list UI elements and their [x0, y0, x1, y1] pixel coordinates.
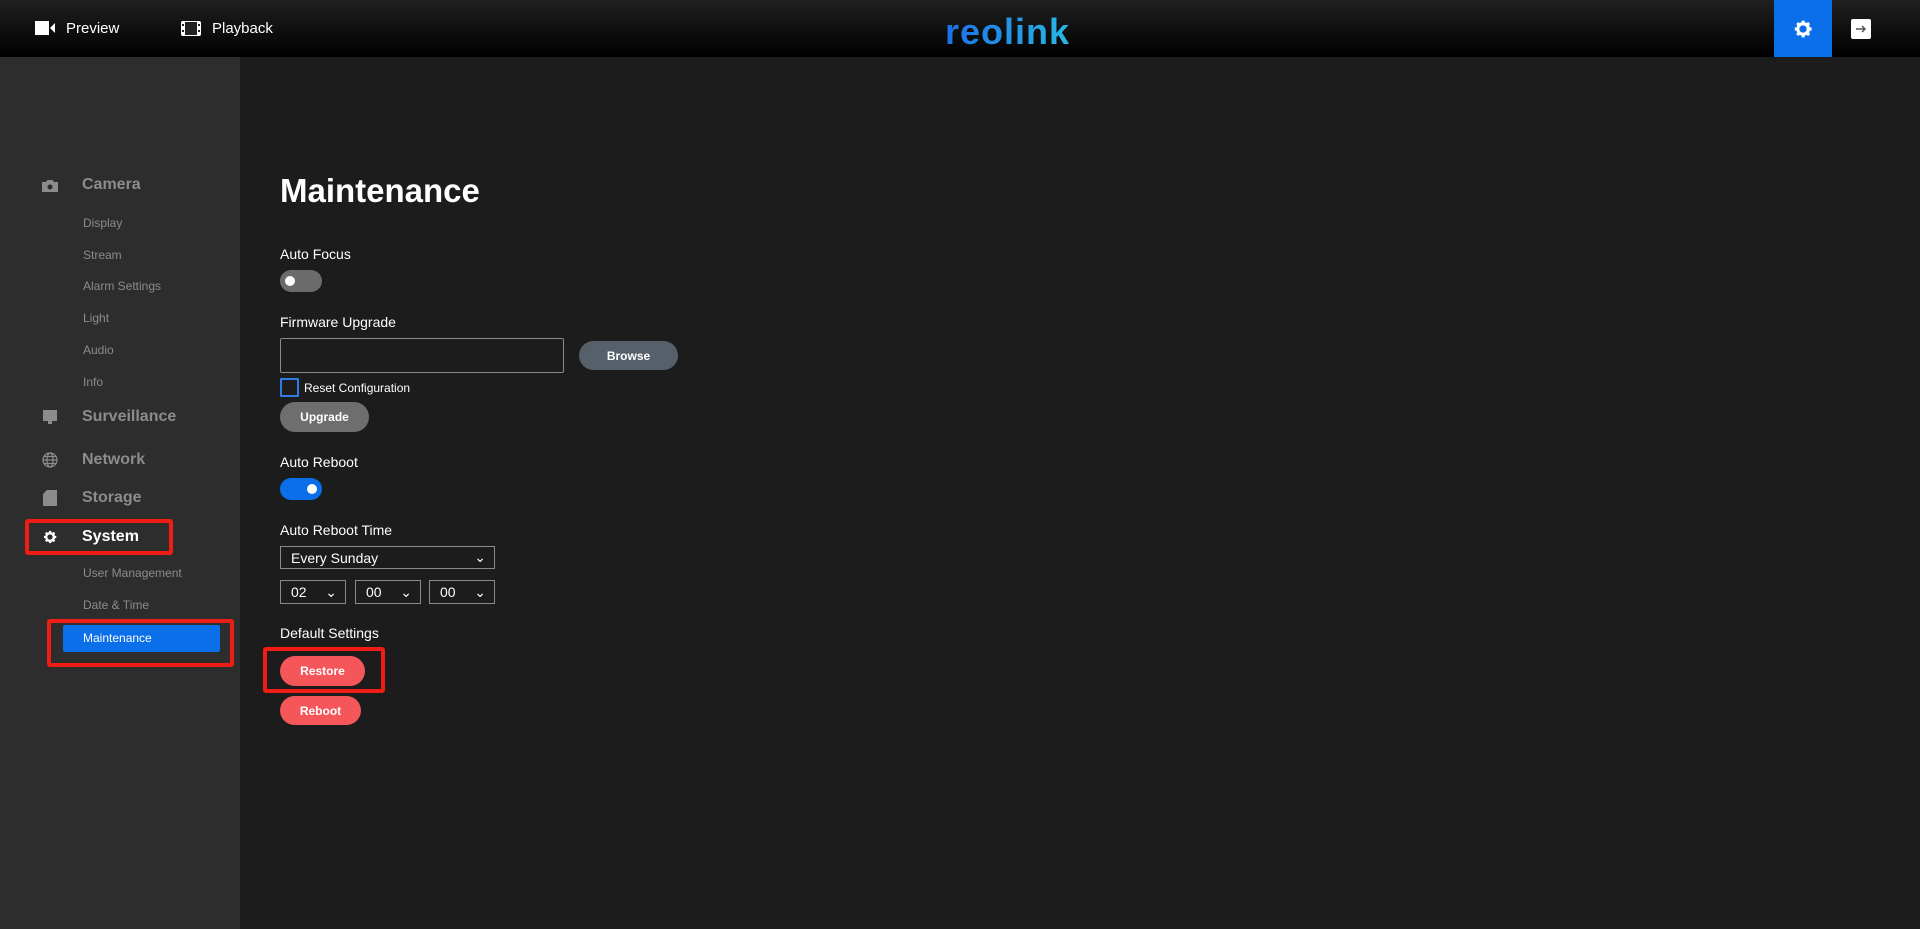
auto-reboot-label: Auto Reboot: [280, 454, 358, 470]
camera-label: Camera: [82, 176, 141, 193]
reboot-hour-select[interactable]: 02 ⌄: [280, 580, 346, 604]
playback-label: Playback: [212, 19, 273, 37]
sidebar-section-network[interactable]: Network: [40, 448, 145, 472]
surveillance-label: Surveillance: [82, 408, 177, 425]
reolink-logo: reolink: [945, 11, 1071, 52]
reboot-day-value: Every Sunday: [291, 549, 379, 566]
preview-label: Preview: [66, 19, 120, 37]
monitor-icon: [40, 409, 60, 425]
top-bar: Preview Playback reolink: [0, 0, 1920, 57]
network-label: Network: [82, 451, 146, 468]
sidebar-item-alarm-settings[interactable]: Alarm Settings: [83, 277, 161, 295]
chevron-down-icon: ⌄: [474, 583, 486, 600]
browse-button[interactable]: Browse: [579, 341, 678, 370]
reboot-second-value: 00: [440, 584, 456, 600]
chevron-down-icon: ⌄: [474, 549, 486, 565]
logout-icon: [1856, 25, 1867, 33]
default-settings-label: Default Settings: [280, 625, 379, 641]
sidebar-item-stream[interactable]: Stream: [83, 246, 122, 264]
reboot-minute-select[interactable]: 00 ⌄: [355, 580, 421, 604]
sd-card-icon: [40, 490, 60, 506]
system-label: System: [82, 528, 139, 545]
reset-configuration-label: Reset Configuration: [304, 381, 411, 395]
playback-nav[interactable]: Playback: [181, 17, 273, 39]
video-camera-icon: [35, 21, 55, 35]
sidebar-section-storage[interactable]: Storage: [40, 486, 142, 510]
settings-button[interactable]: [1774, 0, 1832, 57]
auto-focus-toggle[interactable]: [280, 270, 322, 292]
reboot-hour-value: 02: [291, 584, 307, 600]
reboot-button[interactable]: Reboot: [280, 696, 361, 725]
upgrade-button[interactable]: Upgrade: [280, 402, 369, 432]
auto-reboot-time-label: Auto Reboot Time: [280, 522, 393, 538]
reboot-minute-value: 00: [366, 584, 382, 600]
sidebar-section-system[interactable]: System: [40, 525, 139, 549]
sidebar-section-camera[interactable]: Camera: [40, 173, 141, 197]
globe-icon: [40, 452, 60, 468]
chevron-down-icon: ⌄: [400, 583, 412, 600]
camera-icon: [40, 179, 60, 192]
film-icon: [181, 20, 201, 36]
auto-focus-label: Auto Focus: [280, 246, 351, 262]
sidebar-section-surveillance[interactable]: Surveillance: [40, 405, 176, 429]
logout-button[interactable]: [1851, 19, 1871, 39]
gear-icon: [40, 529, 60, 545]
sidebar-item-audio[interactable]: Audio: [83, 341, 114, 359]
sidebar-item-info[interactable]: Info: [83, 373, 103, 391]
auto-reboot-toggle[interactable]: [280, 478, 322, 500]
reboot-day-select[interactable]: Every Sunday ⌄: [280, 546, 495, 569]
reboot-second-select[interactable]: 00 ⌄: [429, 580, 495, 604]
sidebar-item-maintenance[interactable]: Maintenance: [63, 625, 220, 652]
reset-configuration-checkbox[interactable]: [280, 378, 299, 397]
sidebar-item-user-management[interactable]: User Management: [83, 564, 182, 582]
firmware-file-input[interactable]: [280, 338, 564, 373]
preview-nav[interactable]: Preview: [35, 17, 119, 39]
page-title: Maintenance: [280, 172, 480, 209]
sidebar-item-date-time[interactable]: Date & Time: [83, 596, 149, 614]
gear-icon: [1794, 20, 1812, 37]
restore-button[interactable]: Restore: [280, 656, 365, 686]
firmware-upgrade-label: Firmware Upgrade: [280, 314, 396, 330]
sidebar-item-display[interactable]: Display: [83, 214, 122, 232]
chevron-down-icon: ⌄: [325, 583, 337, 600]
storage-label: Storage: [82, 489, 142, 506]
sidebar-item-light[interactable]: Light: [83, 309, 109, 327]
